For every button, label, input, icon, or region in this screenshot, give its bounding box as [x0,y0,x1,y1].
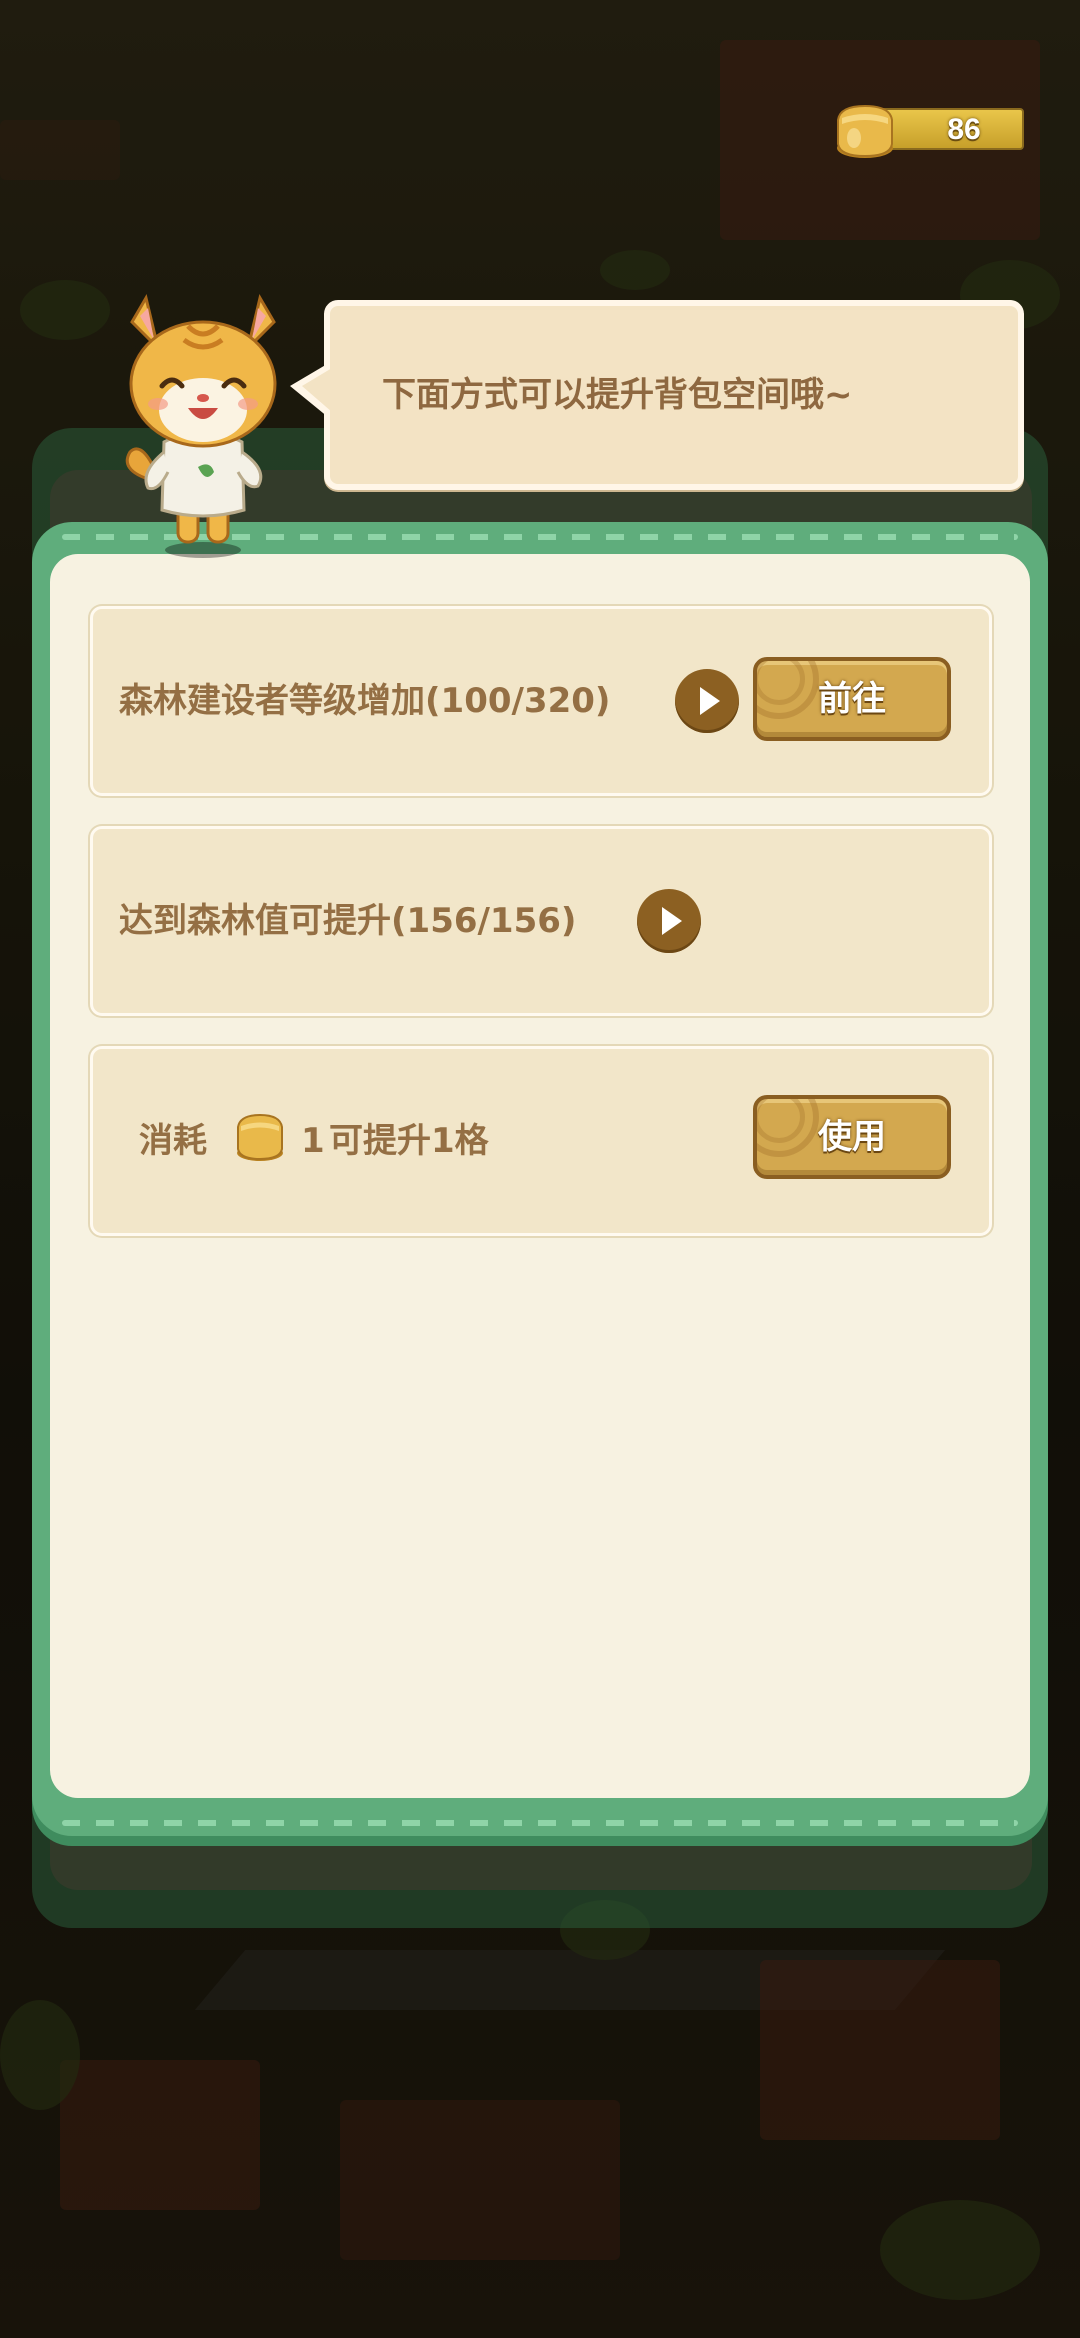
consume-amount: 1 [301,1121,325,1161]
go-button-label: 前往 [818,679,886,719]
speech-text: 下面方式可以提升背包空间哦~ [382,375,853,415]
option-text-builder-level: 森林建设者等级增加(100/320) [119,681,611,721]
popup-dash-bottom [62,1820,1018,1826]
gold-bag-icon [837,104,893,158]
go-button[interactable]: 前往 [753,657,951,741]
cat-mascot [125,294,277,558]
coin-count: 86 [947,113,981,146]
play-arrow-icon[interactable] [637,889,701,953]
use-button[interactable]: 使用 [753,1095,951,1179]
option-consume-prefix: 消耗 [139,1121,207,1161]
speech-bubble: 下面方式可以提升背包空间哦~ [324,300,1024,490]
gold-bag-icon [237,1113,283,1161]
option-text-forest-value: 达到森林值可提升(156/156) [119,901,577,941]
option-row-consume-item: 消耗 1 可提升1格 使用 [90,1046,992,1236]
play-arrow-icon[interactable] [675,669,739,733]
use-button-label: 使用 [818,1117,886,1157]
coin-counter: 86 [832,98,1024,158]
speech-bubble-tail-inner [302,368,332,412]
option-row-builder-level: 森林建设者等级增加(100/320) 前往 [90,606,992,796]
option-row-forest-value: 达到森林值可提升(156/156) [90,826,992,1016]
option-consume-suffix: 可提升1格 [329,1121,489,1161]
